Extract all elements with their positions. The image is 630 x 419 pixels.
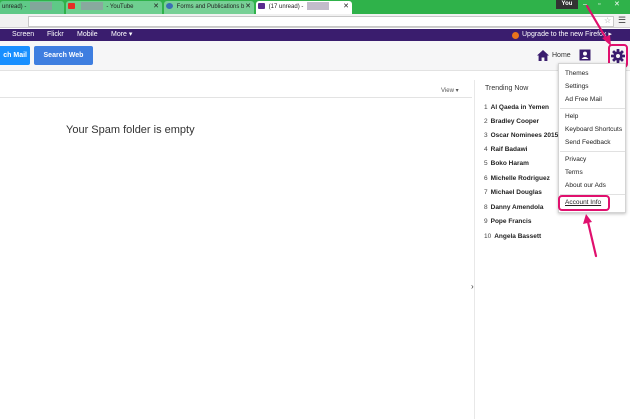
tab-label: (17 unread) - [268,4,304,10]
upgrade-firefox-link[interactable]: Upgrade to the new Firefox ▸ [522,29,612,41]
youtube-icon [68,3,75,10]
trending-rank: 1 [484,104,488,111]
trending-topic[interactable]: Bradley Cooper [491,118,539,125]
arrow-head-account-info [583,214,592,224]
trending-topic[interactable]: Michael Douglas [491,189,542,196]
trending-item[interactable]: 1 Al Qaeda in Yemen [484,104,549,112]
trending-rank: 10 [484,233,492,240]
nav-item-mobile[interactable]: Mobile [77,29,98,41]
contacts-icon[interactable] [579,49,591,61]
close-tab-icon[interactable]: ✕ [153,1,159,13]
trending-topic[interactable]: Al Qaeda in Yemen [491,104,549,111]
trending-topic[interactable]: Angela Bassett [494,233,541,240]
tab-youtube[interactable]: - YouTube ✕ [66,1,162,14]
firefox-icon [512,32,519,39]
menu-item-about-ads[interactable]: About our Ads [565,182,606,190]
message-toolbar [0,84,472,98]
trending-item[interactable]: 8 Danny Amendola [484,204,543,212]
trending-topic[interactable]: Michelle Rodriguez [491,175,550,182]
trending-rank: 5 [484,160,488,167]
trending-item[interactable]: 5 Boko Haram [484,160,529,168]
tab-label: Forms and Publications b [176,4,245,10]
web-icon [166,3,173,10]
trending-topic[interactable]: Raif Badawi [491,146,528,153]
search-mail-button[interactable]: ch Mail [0,46,30,65]
trending-topic[interactable]: Boko Haram [491,160,529,167]
menu-item-ad-free-mail[interactable]: Ad Free Mail [565,96,602,104]
trending-topic[interactable]: Pope Francis [491,218,532,225]
nav-item-flickr[interactable]: Flickr [47,29,64,41]
menu-item-privacy[interactable]: Privacy [565,156,586,164]
pane-divider [474,80,475,419]
tab-bar: unread) - - YouTube ✕ Forms and Publicat… [0,0,630,14]
top-nav-bar: Screen Flickr Mobile More ▾ Upgrade to t… [0,29,630,41]
address-bar: ☆ ☰ [0,14,630,28]
trending-topic[interactable]: Danny Amendola [491,204,544,211]
minimize-icon[interactable]: – [583,0,587,9]
trending-rank: 4 [484,146,488,153]
trending-title: Trending Now [485,85,529,92]
tab-label: unread) - [2,4,27,10]
close-tab-icon[interactable]: ✕ [245,1,251,13]
bookmark-star-icon[interactable]: ☆ [604,16,611,25]
search-header: ch Mail Search Web Home [0,41,630,71]
trending-item[interactable]: 10 Angela Bassett [484,233,541,241]
mail-icon [258,3,265,10]
empty-folder-message: Your Spam folder is empty [66,124,195,136]
trending-item[interactable]: 3 Oscar Nominees 2015 [484,132,558,140]
trending-item[interactable]: 6 Michelle Rodriguez [484,175,550,183]
nav-item-more[interactable]: More ▾ [111,29,132,41]
menu-item-keyboard-shortcuts[interactable]: Keyboard Shortcuts [565,126,622,134]
nav-item-screen[interactable]: Screen [12,29,34,41]
trending-item[interactable]: 9 Pope Francis [484,218,531,226]
home-label[interactable]: Home [552,50,571,61]
trending-item[interactable]: 4 Raif Badawi [484,146,527,154]
browser-window: unread) - - YouTube ✕ Forms and Publicat… [0,0,630,419]
trending-rank: 9 [484,218,488,225]
settings-menu: Themes Settings Ad Free Mail Help Keyboa… [558,63,626,213]
menu-item-themes[interactable]: Themes [565,70,588,78]
redacted-text [30,2,53,11]
close-window-icon[interactable]: ✕ [614,0,620,9]
redacted-text [80,2,103,11]
trending-item[interactable]: 7 Michael Douglas [484,189,542,197]
trending-rank: 7 [484,189,488,196]
tab-mail-active[interactable]: (17 unread) - ✕ [256,1,352,14]
tab-label: - YouTube [106,4,134,10]
redacted-text [307,2,330,11]
trending-item[interactable]: 2 Bradley Cooper [484,118,539,126]
trending-rank: 8 [484,204,488,211]
menu-divider [560,151,625,152]
trending-rank: 6 [484,175,488,182]
trending-rank: 3 [484,132,488,139]
home-icon[interactable] [537,50,549,61]
trending-rank: 2 [484,118,488,125]
menu-item-settings[interactable]: Settings [565,83,589,91]
close-tab-icon[interactable]: ✕ [343,1,349,13]
view-dropdown[interactable]: View ▾ [441,85,459,97]
menu-item-terms[interactable]: Terms [565,169,583,177]
menu-divider [560,108,625,109]
menu-item-send-feedback[interactable]: Send Feedback [565,139,611,147]
browser-menu-icon[interactable]: ☰ [618,15,626,26]
user-badge[interactable]: You [556,0,578,9]
arrow-to-account-info [586,220,598,258]
search-web-button[interactable]: Search Web [34,46,93,65]
account-info-highlight-box [558,195,610,211]
url-field[interactable] [28,16,614,27]
tab-mail-1[interactable]: unread) - [0,1,64,14]
tab-forms[interactable]: Forms and Publications b ✕ [164,1,254,14]
menu-item-help[interactable]: Help [565,113,578,121]
maximize-icon[interactable]: ▫ [598,0,600,9]
collapse-pane-icon[interactable]: › [471,282,474,291]
trending-topic[interactable]: Oscar Nominees 2015 [491,132,559,139]
